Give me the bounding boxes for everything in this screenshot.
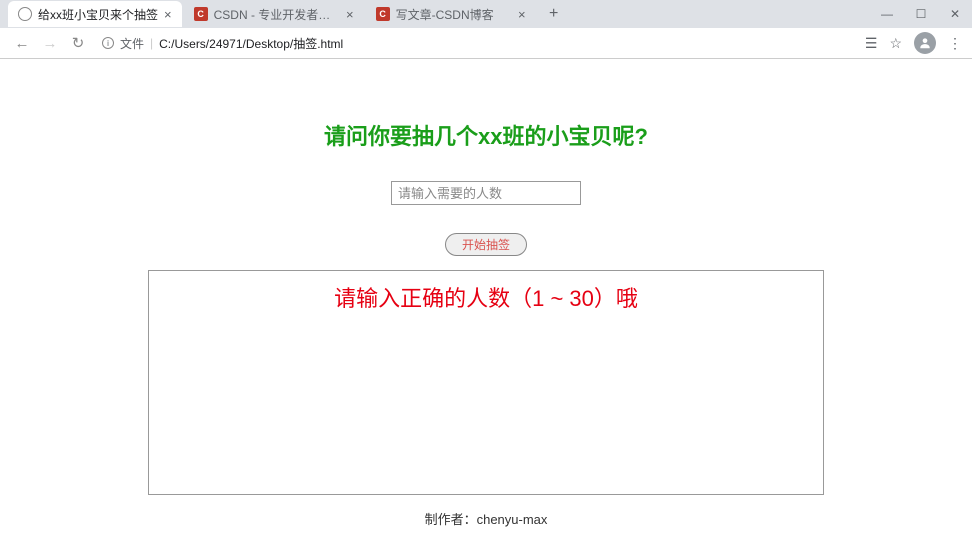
- url-display[interactable]: i 文件 | C:/Users/24971/Desktop/抽签.html: [102, 35, 343, 52]
- tab-title: CSDN - 专业开发者社区: [214, 6, 340, 23]
- reload-button[interactable]: ↻: [66, 31, 90, 55]
- url-scheme-label: 文件: [120, 35, 144, 52]
- close-icon[interactable]: ×: [346, 7, 354, 22]
- tab-title: 写文章-CSDN博客: [396, 6, 512, 23]
- result-box: 请输入正确的人数（1 ~ 30）哦: [148, 270, 824, 495]
- profile-avatar-icon[interactable]: [914, 32, 936, 54]
- tab-2[interactable]: C CSDN - 专业开发者社区 ×: [184, 1, 364, 27]
- new-tab-button[interactable]: +: [542, 2, 566, 26]
- start-draw-button[interactable]: 开始抽签: [445, 233, 527, 256]
- csdn-icon: C: [376, 7, 390, 21]
- browser-chrome: 给xx班小宝贝来个抽签 × C CSDN - 专业开发者社区 × C 写文章-C…: [0, 0, 972, 59]
- toolbar-right: ☰ ☆ ⋮: [865, 32, 962, 54]
- window-controls: — ☐ ✕: [870, 0, 972, 28]
- tab-1[interactable]: 给xx班小宝贝来个抽签 ×: [8, 1, 182, 27]
- back-button[interactable]: ←: [10, 31, 34, 55]
- url-separator: |: [150, 36, 153, 50]
- tab-title: 给xx班小宝贝来个抽签: [38, 6, 158, 23]
- minimize-button[interactable]: —: [870, 0, 904, 28]
- translate-icon[interactable]: ☰: [865, 35, 878, 52]
- url-path: C:/Users/24971/Desktop/抽签.html: [159, 35, 343, 52]
- menu-icon[interactable]: ⋮: [948, 35, 962, 52]
- count-input[interactable]: [391, 181, 581, 205]
- close-icon[interactable]: ×: [164, 7, 172, 22]
- bookmark-star-icon[interactable]: ☆: [889, 35, 902, 52]
- forward-button[interactable]: →: [38, 31, 62, 55]
- info-icon: i: [102, 37, 114, 49]
- tab-3[interactable]: C 写文章-CSDN博客 ×: [366, 1, 536, 27]
- maximize-button[interactable]: ☐: [904, 0, 938, 28]
- close-icon[interactable]: ×: [518, 7, 526, 22]
- page-content: 请问你要抽几个xx班的小宝贝呢? 开始抽签 请输入正确的人数（1 ~ 30）哦 …: [0, 59, 972, 528]
- tab-bar: 给xx班小宝贝来个抽签 × C CSDN - 专业开发者社区 × C 写文章-C…: [0, 0, 972, 28]
- page-heading: 请问你要抽几个xx班的小宝贝呢?: [0, 119, 972, 151]
- address-bar: ← → ↻ i 文件 | C:/Users/24971/Desktop/抽签.h…: [0, 28, 972, 58]
- footer-credit: 制作者：chenyu-max: [0, 509, 972, 528]
- csdn-icon: C: [194, 7, 208, 21]
- error-message: 请输入正确的人数（1 ~ 30）哦: [159, 281, 813, 313]
- globe-icon: [18, 7, 32, 21]
- window-close-button[interactable]: ✕: [938, 0, 972, 28]
